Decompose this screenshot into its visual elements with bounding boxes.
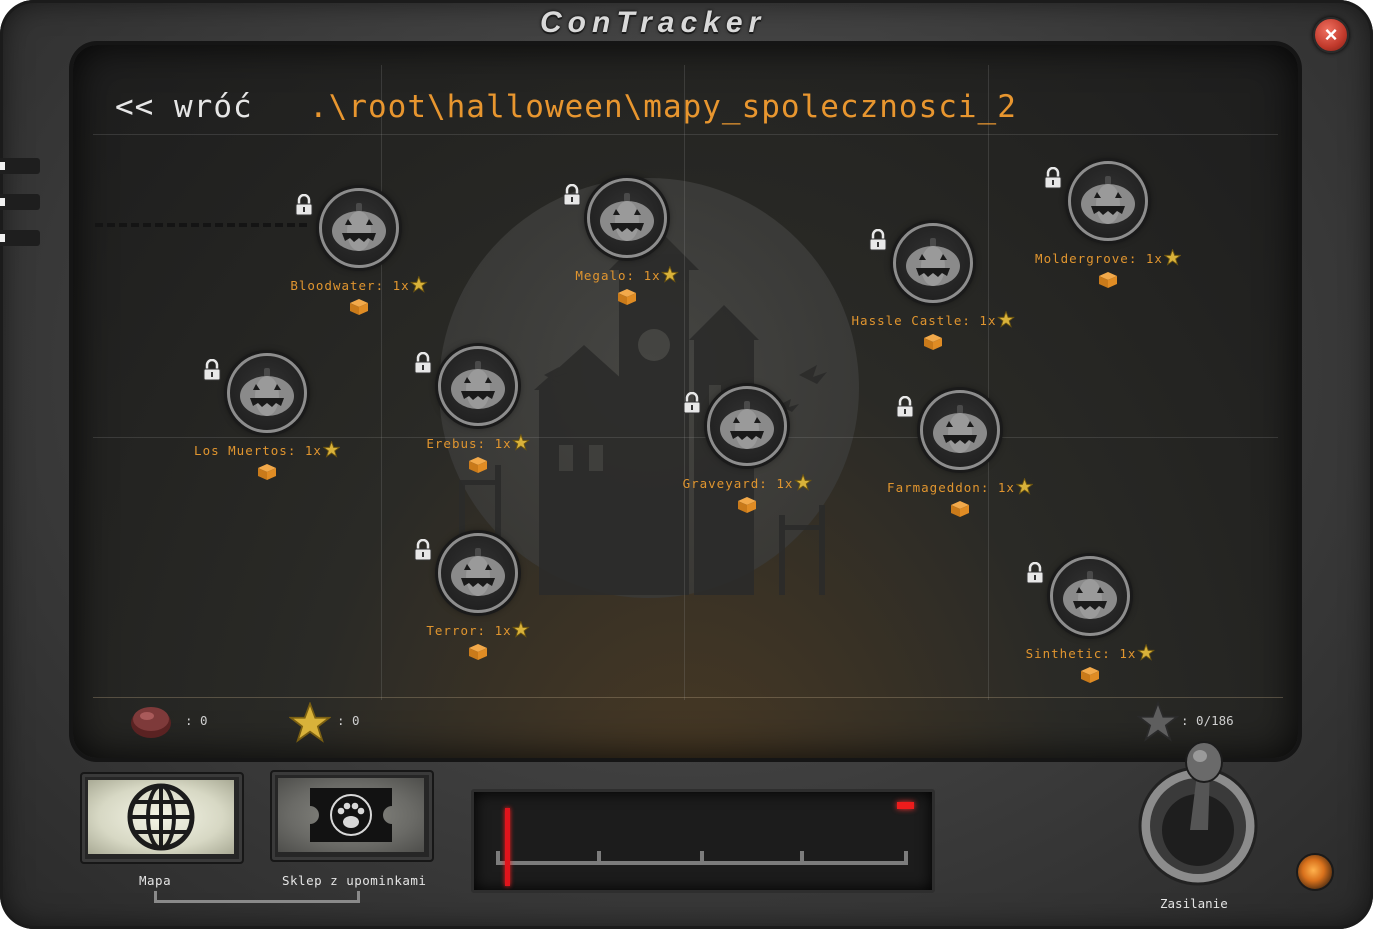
star-icon bbox=[793, 473, 813, 494]
star-icon bbox=[511, 620, 531, 641]
map-node-label: Erebus: 1x bbox=[426, 436, 512, 451]
map-node-circle[interactable] bbox=[1044, 161, 1148, 241]
box-icon bbox=[1080, 666, 1100, 688]
box-icon bbox=[468, 643, 488, 665]
star-icon bbox=[660, 265, 680, 286]
map-node-circle[interactable] bbox=[869, 223, 973, 303]
globe-icon bbox=[127, 783, 195, 851]
indicator-light bbox=[897, 802, 914, 809]
signal-meter bbox=[471, 789, 935, 893]
pumpkin-icon bbox=[240, 368, 294, 416]
box-icon bbox=[468, 456, 488, 478]
pumpkin-icon bbox=[332, 203, 386, 251]
star-icon bbox=[511, 433, 531, 454]
grid-line bbox=[93, 437, 1278, 438]
map-node-circle[interactable] bbox=[414, 533, 518, 613]
close-icon: × bbox=[1324, 22, 1338, 47]
star-icon bbox=[410, 275, 429, 296]
pumpkin-icon bbox=[933, 405, 987, 453]
total-progress: : 0/186 bbox=[1181, 713, 1234, 728]
shop-button-label: Sklep z upominkami bbox=[282, 873, 427, 888]
lock-icon bbox=[896, 396, 914, 418]
lock-icon bbox=[295, 194, 313, 216]
map-node-label: Megalo: 1x bbox=[575, 268, 661, 283]
star-icon bbox=[322, 440, 341, 461]
box-icon bbox=[349, 298, 369, 320]
map-node-circle[interactable] bbox=[203, 353, 307, 433]
map-node-label: Sinthetic: 1x bbox=[1025, 646, 1137, 661]
lock-icon bbox=[1044, 167, 1062, 189]
grid-line bbox=[381, 65, 382, 700]
ticket-paw-icon bbox=[310, 788, 392, 842]
side-tab-3[interactable] bbox=[0, 230, 40, 246]
lock-icon bbox=[414, 352, 432, 374]
side-tab-1[interactable] bbox=[0, 158, 40, 174]
star-icon bbox=[996, 310, 1016, 331]
tab-bracket bbox=[154, 891, 360, 903]
grid-line bbox=[988, 65, 989, 700]
shop-button[interactable] bbox=[270, 770, 434, 862]
map-node-label: Hassle Castle: 1x bbox=[851, 313, 997, 328]
box-icon bbox=[617, 288, 637, 310]
power-led bbox=[1296, 853, 1334, 891]
lock-icon bbox=[414, 539, 432, 561]
grey-star-icon bbox=[1137, 701, 1179, 742]
meter-scale bbox=[496, 851, 908, 865]
lock-icon bbox=[683, 392, 701, 414]
pumpkin-icon bbox=[1063, 571, 1117, 619]
pumpkin-icon bbox=[451, 361, 505, 409]
box-icon bbox=[923, 333, 943, 355]
pumpkin-icon bbox=[1081, 176, 1135, 224]
side-tab-2[interactable] bbox=[0, 194, 40, 210]
pumpkin-icon bbox=[451, 548, 505, 596]
map-node-circle[interactable] bbox=[414, 346, 518, 426]
map-node-label: Moldergrove: 1x bbox=[1035, 251, 1163, 266]
power-label: Zasilanie bbox=[1160, 896, 1228, 911]
grid-line bbox=[684, 65, 685, 700]
star-count: : 0 bbox=[337, 713, 360, 728]
lock-icon bbox=[203, 359, 221, 381]
candy-icon bbox=[131, 707, 171, 738]
box-icon bbox=[257, 463, 277, 485]
map-node-label: Graveyard: 1x bbox=[682, 476, 794, 491]
back-link[interactable]: << wróć bbox=[115, 89, 253, 125]
gold-star-icon bbox=[289, 702, 331, 743]
star-icon bbox=[1015, 477, 1034, 498]
map-node-label: Terror: 1x bbox=[426, 623, 512, 638]
map-node-circle[interactable] bbox=[683, 386, 787, 466]
grid-line bbox=[93, 134, 1278, 135]
map-node-label: Farmageddon: 1x bbox=[887, 480, 1015, 495]
map-node-label: Los Muertos: 1x bbox=[194, 443, 322, 458]
box-icon bbox=[950, 500, 970, 522]
path-trail bbox=[95, 223, 307, 227]
lock-icon bbox=[869, 229, 887, 251]
lock-icon bbox=[1026, 562, 1044, 584]
meter-needle[interactable] bbox=[505, 808, 510, 886]
star-icon bbox=[1163, 248, 1182, 269]
current-path: .\root\halloween\mapy_spolecznosci_2 bbox=[309, 89, 1017, 125]
map-node-label: Bloodwater: 1x bbox=[290, 278, 410, 293]
map-node-circle[interactable] bbox=[563, 178, 667, 258]
map-node-circle[interactable] bbox=[295, 188, 399, 268]
contracker-device: ConTracker × << wróć .\root\halloween\ma… bbox=[0, 0, 1373, 929]
candy-count: : 0 bbox=[185, 713, 208, 728]
close-button[interactable]: × bbox=[1313, 17, 1349, 53]
app-title: ConTracker bbox=[540, 6, 767, 39]
pumpkin-icon bbox=[600, 193, 654, 241]
map-node-circle[interactable] bbox=[896, 390, 1000, 470]
pumpkin-icon bbox=[720, 401, 774, 449]
power-joystick[interactable] bbox=[1128, 738, 1278, 888]
box-icon bbox=[1098, 271, 1118, 293]
map-button[interactable] bbox=[80, 772, 244, 864]
map-node-circle[interactable] bbox=[1026, 556, 1130, 636]
lock-icon bbox=[563, 184, 581, 206]
map-button-label: Mapa bbox=[139, 873, 172, 888]
stats-divider bbox=[93, 697, 1283, 698]
box-icon bbox=[737, 496, 757, 518]
star-icon bbox=[1136, 643, 1156, 664]
map-screen: << wróć .\root\halloween\mapy_spolecznos… bbox=[73, 45, 1298, 758]
pumpkin-icon bbox=[906, 238, 960, 286]
